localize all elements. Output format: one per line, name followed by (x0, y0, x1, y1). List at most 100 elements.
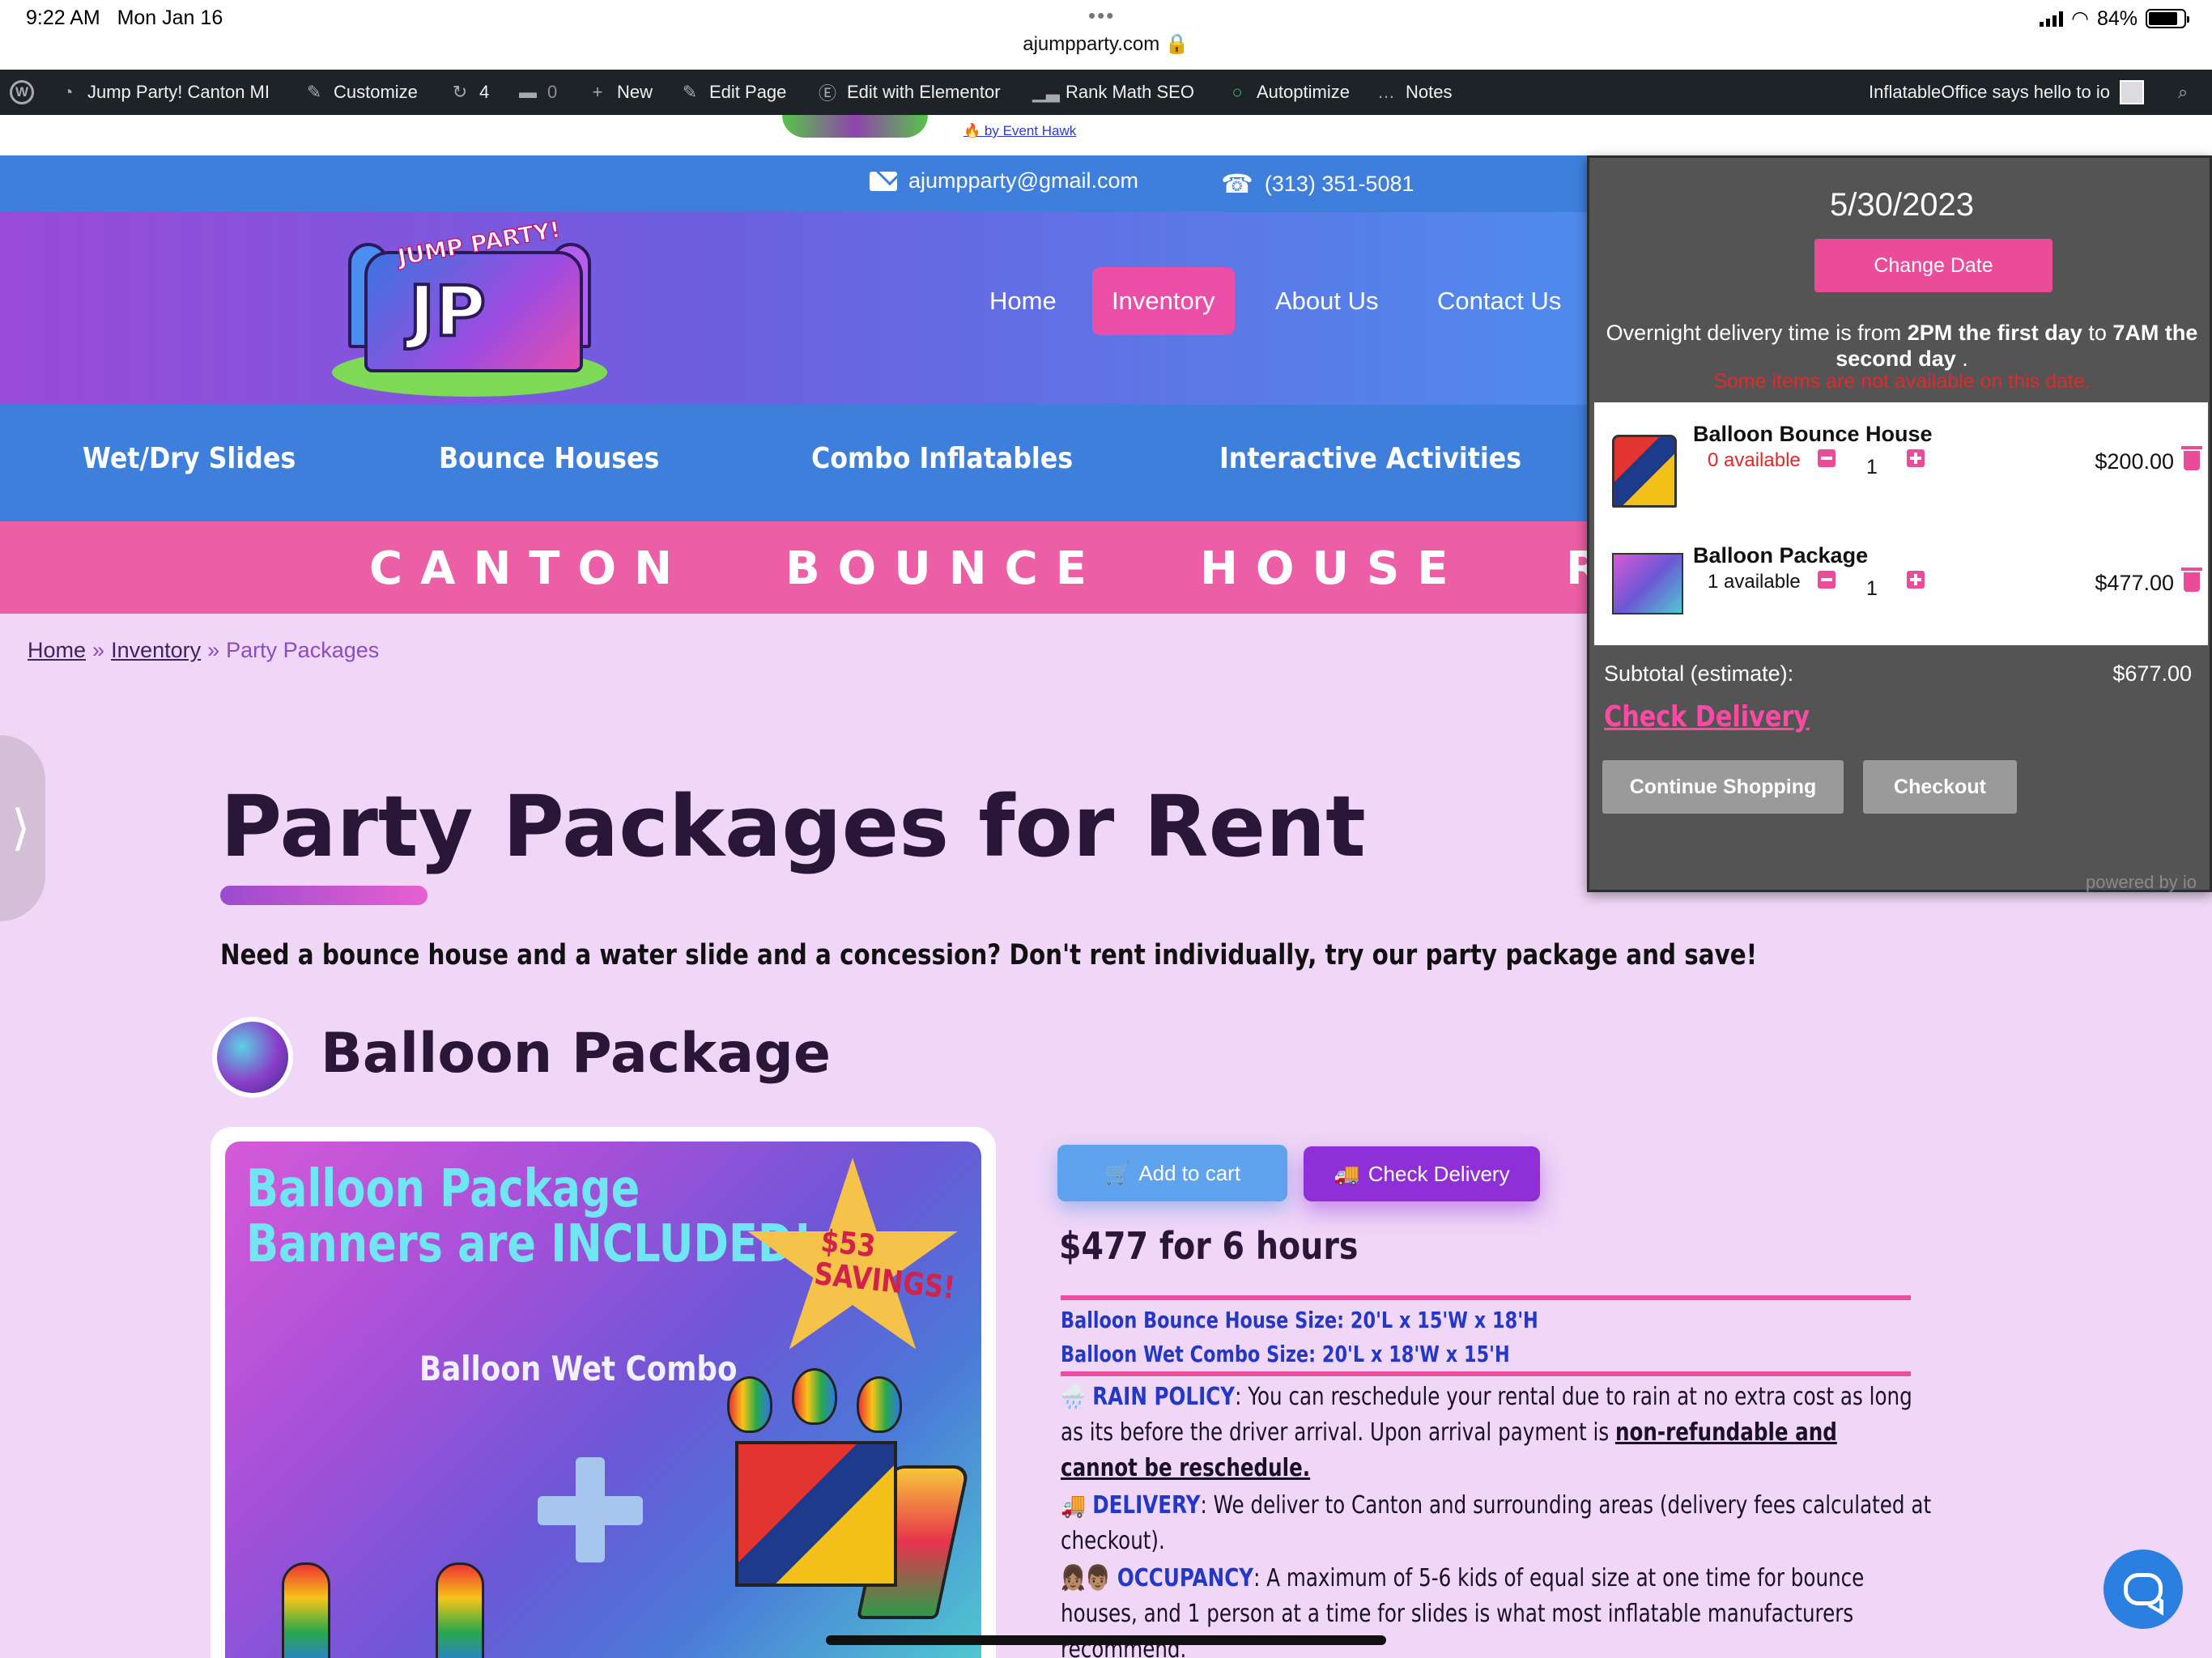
product-image[interactable]: Balloon Package Banners are INCLUDED! $5… (225, 1141, 981, 1658)
image-title-line1: Balloon Package (246, 1159, 640, 1219)
breadcrumb-inventory[interactable]: Inventory (111, 638, 201, 662)
item-name: Balloon Bounce House (1693, 422, 1933, 446)
breadcrumb: Home» Inventory» Party Packages (28, 638, 379, 663)
elementor-icon: Ⓔ (818, 83, 836, 104)
chat-button[interactable] (2104, 1550, 2183, 1629)
title-underline (220, 886, 428, 905)
chat-bubble-icon (2124, 1573, 2163, 1605)
image-combo-label: Balloon Wet Combo (419, 1349, 738, 1388)
wp-logo-button[interactable]: W (10, 70, 34, 115)
item-availability: 1 available (1708, 571, 1801, 593)
admin-search-button[interactable]: ⌕ (2173, 70, 2193, 115)
wordpress-logo-icon: W (10, 80, 34, 104)
package-thumbnail[interactable] (212, 1017, 293, 1098)
admin-notes[interactable]: … Notes (1376, 70, 1452, 115)
size-bounce-house: Balloon Bounce House Size: 20'L x 15'W x… (1061, 1307, 1538, 1333)
admin-account[interactable]: InflatableOffice says hello to io (1869, 70, 2144, 115)
rain-policy-line3: cannot be reschedule. (1061, 1454, 1311, 1482)
balloon-arch-right (436, 1562, 484, 1658)
admin-comments[interactable]: ▬ 0 (518, 70, 557, 115)
occupancy-policy-line1: 👧🏽👦🏽 OCCUPANCY: A maximum of 5-6 kids of… (1061, 1564, 1865, 1592)
email-link[interactable]: ajumpparty@gmail.com (870, 168, 1138, 193)
home-indicator[interactable] (826, 1635, 1386, 1645)
marquee-word: BOUNCE (785, 542, 1104, 595)
nav-home[interactable]: Home (989, 267, 1057, 335)
wet-combo-illustration (727, 1368, 971, 1619)
phone-link[interactable]: ☎ (313) 351-5081 (1221, 168, 1414, 199)
marquee-word: HOUSE (1200, 542, 1466, 595)
cellular-signal-icon (2040, 11, 2064, 27)
plus-icon[interactable] (1907, 449, 1925, 467)
page-title: Party Packages for Rent (220, 777, 1366, 876)
cart-check-delivery-link[interactable]: Check Delivery (1604, 700, 1810, 733)
occupancy-policy-line2: houses, and 1 person at a time for slide… (1061, 1600, 1854, 1628)
admin-site-name[interactable]: ◔ Jump Party! Canton MI (58, 70, 270, 115)
category-interactive-activities[interactable]: Interactive Activities (1219, 442, 1521, 475)
nav-contact-us[interactable]: Contact Us (1437, 267, 1561, 335)
admin-edit-page[interactable]: ✎ Edit Page (680, 70, 787, 115)
nav-inventory[interactable]: Inventory (1092, 267, 1235, 335)
trash-icon[interactable] (2181, 568, 2202, 592)
admin-edit-elementor[interactable]: Ⓔ Edit with Elementor (818, 70, 1001, 115)
site-header: JP JUMP PARTY! Home Inventory About Us C… (0, 212, 1587, 405)
delivery-policy-line1: 🚚 DELIVERY: We deliver to Canton and sur… (1061, 1491, 1932, 1520)
brush-icon: ✎ (306, 82, 322, 102)
cart-date: 5/30/2023 (1830, 187, 1974, 223)
minus-icon[interactable] (1818, 449, 1836, 467)
site-logo[interactable]: JP JUMP PARTY! (332, 215, 607, 397)
event-hawk-strip: 🔥 by Event Hawk (0, 115, 2212, 155)
truck-icon: 🚚 (1334, 1161, 1360, 1186)
trash-icon[interactable] (2181, 446, 2202, 470)
admin-rank-math[interactable]: ▁▃ Rank Math SEO (1032, 70, 1194, 115)
change-date-button[interactable]: Change Date (1814, 239, 2052, 292)
event-hawk-link[interactable]: 🔥 by Event Hawk (963, 123, 1076, 139)
contact-strip: ajumpparty@gmail.com ☎ (313) 351-5081 (0, 155, 1587, 212)
item-quantity: 1 (1866, 456, 1878, 478)
status-indicators: ◠ 84% (2040, 6, 2189, 31)
category-bounce-houses[interactable]: Bounce Houses (439, 442, 659, 475)
cart-item: Balloon Bounce House 0 available 1 $200.… (1594, 402, 2208, 524)
package-title: Balloon Package (321, 1022, 831, 1086)
add-to-cart-button[interactable]: 🛒 Add to cart (1057, 1145, 1287, 1201)
breadcrumb-separator: » (207, 638, 220, 662)
continue-shopping-button[interactable]: Continue Shopping (1602, 760, 1844, 814)
minus-icon[interactable] (1818, 571, 1836, 589)
admin-new[interactable]: + New (588, 70, 653, 115)
plus-icon (538, 1496, 643, 1525)
rain-policy-line2: as its before the driver arrival. Upon a… (1061, 1418, 1837, 1447)
address-bar-url[interactable]: ajumpparty.com 🔒 (0, 32, 2212, 56)
breadcrumb-current: Party Packages (226, 638, 380, 662)
house-body-shape (735, 1441, 897, 1587)
delivery-time-info: Overnight delivery time is from 2PM the … (1606, 321, 2198, 371)
updates-icon: ↻ (452, 82, 468, 102)
side-drawer-tab[interactable]: ⟩ (0, 735, 45, 921)
subtotal-value: $677.00 (2112, 661, 2192, 686)
breadcrumb-home[interactable]: Home (28, 638, 86, 662)
category-combo-inflatables[interactable]: Combo Inflatables (811, 442, 1073, 475)
admin-customize[interactable]: ✎ Customize (304, 70, 418, 115)
plus-icon[interactable] (1907, 571, 1925, 589)
check-delivery-button[interactable]: 🚚 Check Delivery (1304, 1146, 1540, 1201)
nav-about-us[interactable]: About Us (1275, 267, 1379, 335)
chevron-right-icon: ⟩ (11, 801, 31, 855)
search-icon: ⌕ (2177, 82, 2189, 102)
package-price: $477 for 6 hours (1059, 1224, 1359, 1268)
image-title-line2: Banners are INCLUDED! (246, 1214, 813, 1274)
item-thumbnail (1612, 553, 1683, 614)
plus-icon: + (592, 82, 603, 102)
rain-policy-line1: 🌧️ RAIN POLICY: You can reschedule your … (1061, 1383, 1912, 1411)
event-hawk-logo (782, 115, 928, 138)
checkout-button[interactable]: Checkout (1863, 760, 2017, 814)
category-wet-dry-slides[interactable]: Wet/Dry Slides (83, 442, 296, 475)
admin-autoptimize[interactable]: ○ Autoptimize (1227, 70, 1350, 115)
size-wet-combo: Balloon Wet Combo Size: 20'L x 18'W x 15… (1061, 1341, 1510, 1367)
powered-by-text: powered by io (2086, 872, 2197, 892)
item-availability: 0 available (1708, 449, 1801, 471)
marquee-word: R (1566, 542, 1587, 595)
marquee-banner: CANTON BOUNCE HOUSE R (0, 521, 1587, 614)
admin-updates[interactable]: ↻ 4 (450, 70, 489, 115)
category-nav: Wet/Dry Slides Bounce Houses Combo Infla… (0, 405, 1587, 521)
multitasking-dots-icon[interactable]: ••• (1088, 3, 1115, 28)
cart-panel: 5/30/2023 Change Date Overnight delivery… (1587, 155, 2212, 892)
item-price: $477.00 (2095, 571, 2174, 595)
